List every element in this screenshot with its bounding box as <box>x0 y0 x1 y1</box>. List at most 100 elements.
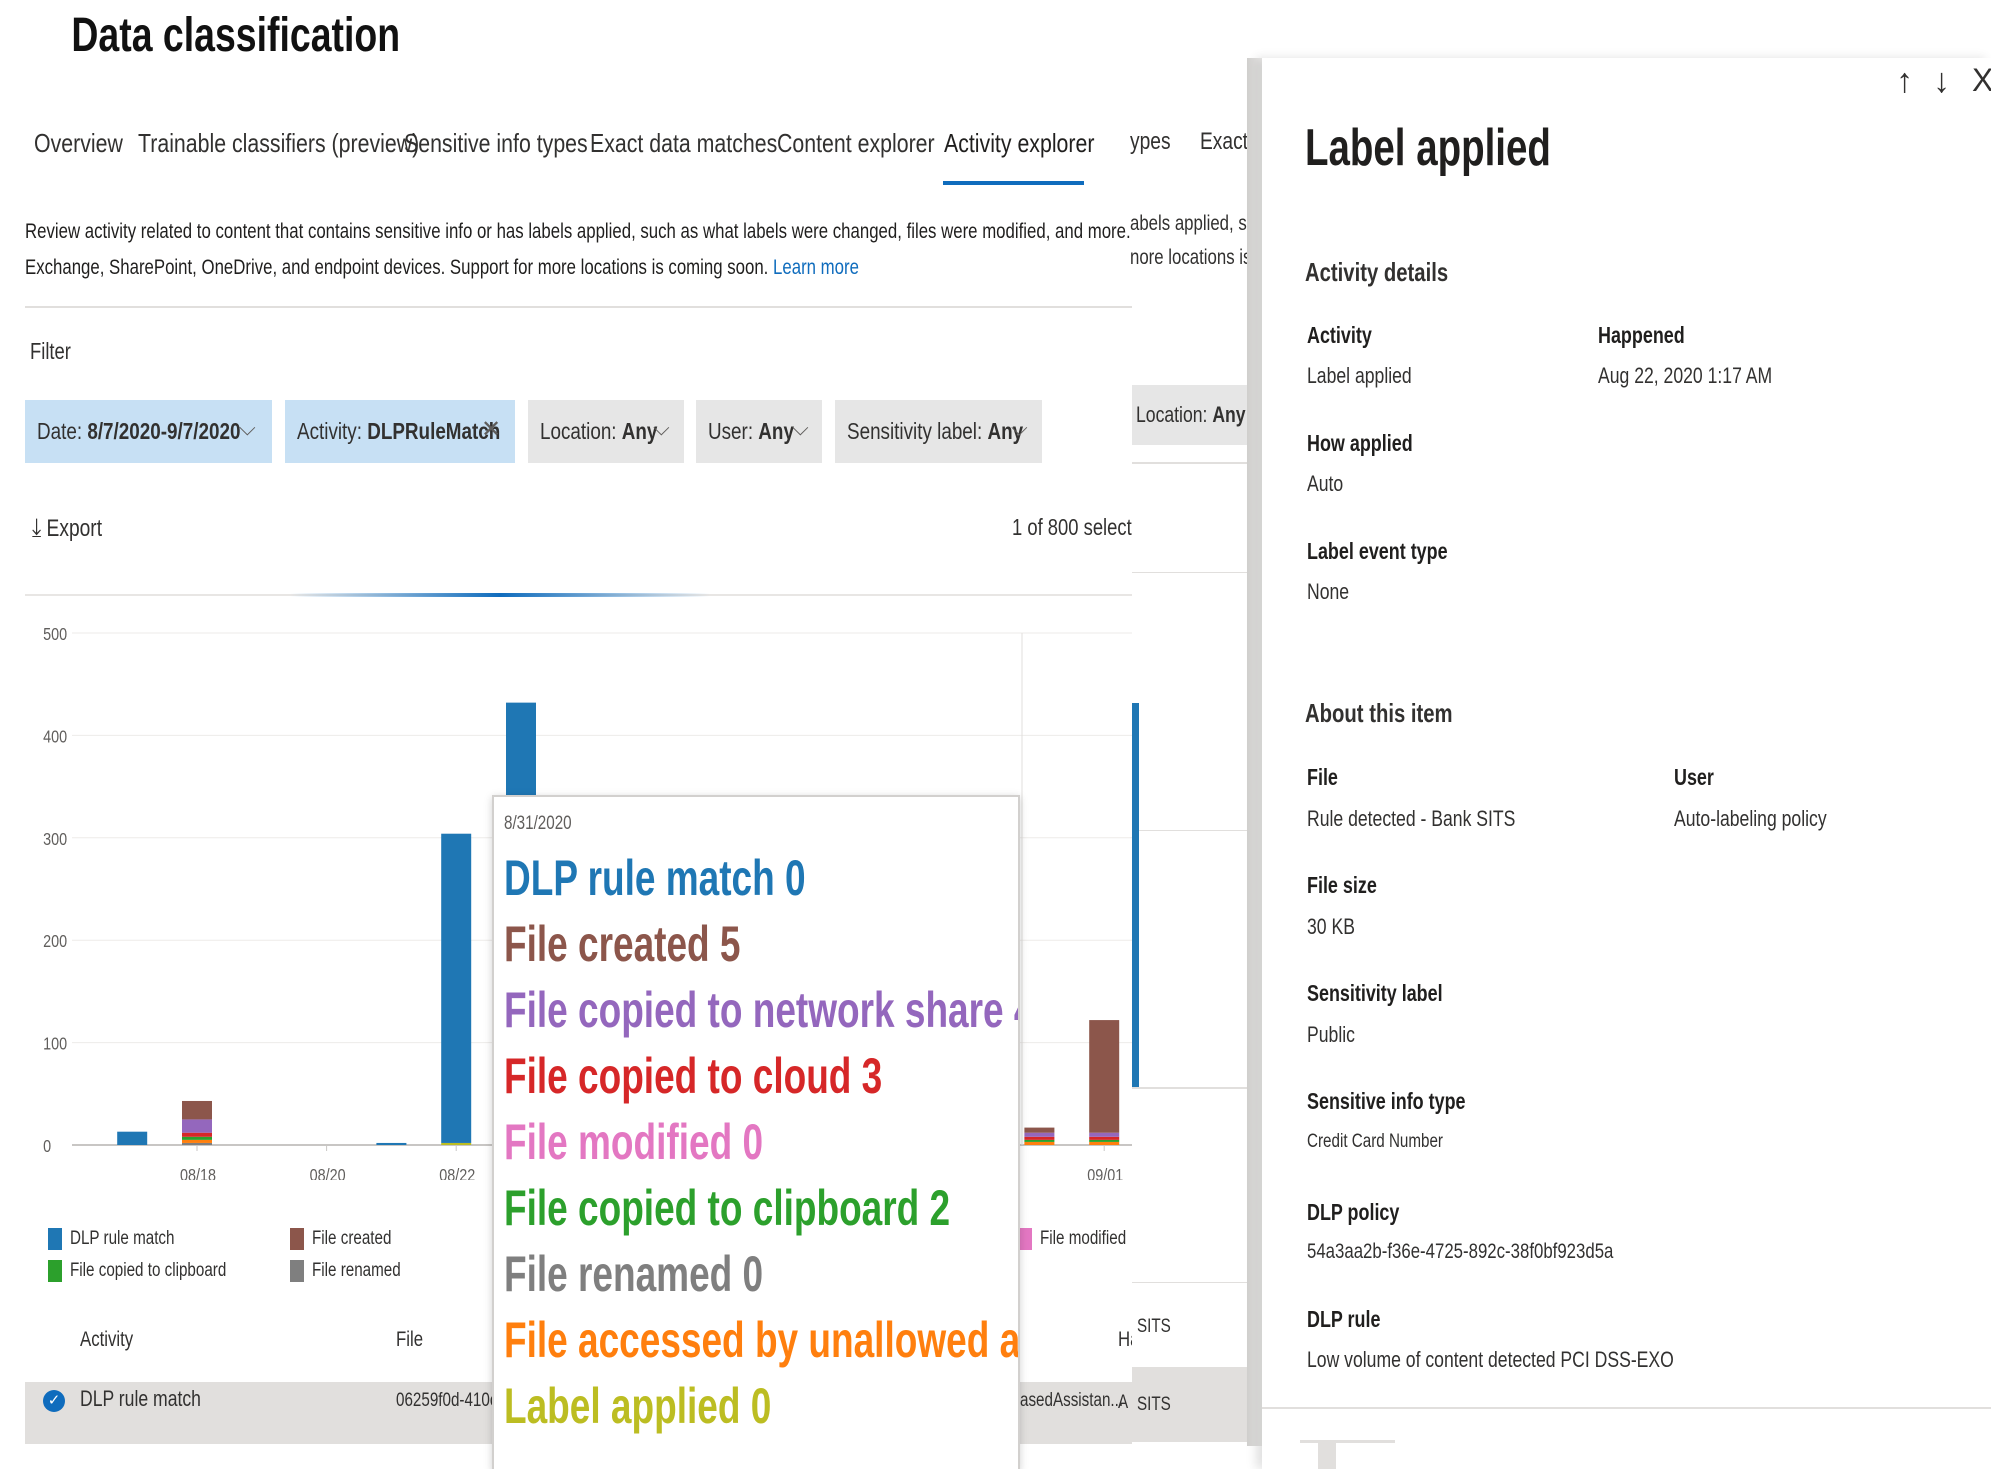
bar-segment <box>1089 1132 1120 1137</box>
description-line-1: Review activity related to content that … <box>25 220 1173 243</box>
user-filter-name: User: <box>708 418 754 444</box>
tooltip-dlp-rule-match: DLP rule match 0 <box>504 850 806 906</box>
legend-item-file-modified: File modified <box>1018 1228 1148 1250</box>
page-title: Data classification <box>71 9 401 62</box>
user-filter-chip[interactable]: User: Any ⌵ <box>696 400 822 463</box>
location-filter-name: Location: <box>540 418 617 444</box>
background-location-text: Location: Any ⌵ <box>1136 402 1264 427</box>
field-label-dlp-policy: DLP policy <box>1307 1199 1400 1225</box>
filter-label: Filter <box>30 338 71 364</box>
selected-count: 1 of 800 selectec <box>1012 514 1152 540</box>
bar-segment <box>182 1142 212 1145</box>
bar-segment <box>1089 1139 1120 1142</box>
bar-segment <box>441 1142 472 1145</box>
field-value-file-size: 30 KB <box>1307 914 1355 939</box>
export-label: Export <box>46 515 103 542</box>
tab-trainable-classifiers[interactable]: Trainable classifiers (preview) <box>138 128 419 159</box>
description-line-2: Exchange, SharePoint, OneDrive, and endp… <box>25 256 859 280</box>
column-header-file[interactable]: File <box>396 1328 423 1352</box>
field-label-activity: Activity <box>1307 322 1372 348</box>
arrow-down-icon[interactable]: ↓ <box>1933 62 1950 101</box>
tab-sensitive-info-types[interactable]: Sensitive info types <box>404 128 588 159</box>
tab-activity-explorer[interactable]: Activity explorer <box>944 128 1094 159</box>
tab-exact-data-matches[interactable]: Exact data matches <box>590 128 777 159</box>
panel-divider <box>1262 1407 1991 1409</box>
field-label-sensitive-info-type: Sensitive info type <box>1307 1088 1466 1114</box>
field-label-file-size: File size <box>1307 872 1377 898</box>
tooltip-label-applied: Label applied 0 <box>504 1378 772 1434</box>
bar-segment <box>1024 1132 1055 1137</box>
legend-label: File modified <box>1040 1228 1127 1249</box>
field-value-how-applied: Auto <box>1307 471 1344 496</box>
bar-segment <box>441 833 472 1143</box>
legend-item-file-copied-to-clipboard: File copied to clipboard <box>48 1260 265 1282</box>
tab-content-explorer[interactable]: Content explorer <box>777 128 935 159</box>
panel-shadow <box>1247 58 1263 1446</box>
bar-segment <box>1024 1127 1055 1133</box>
y-tick-label: 300 <box>43 829 67 849</box>
background-tab-fragment: ypes <box>1130 128 1171 155</box>
description-text: Exchange, SharePoint, OneDrive, and endp… <box>25 256 769 279</box>
field-label-happened: Happened <box>1598 322 1685 348</box>
legend-swatch <box>290 1260 304 1282</box>
close-icon[interactable]: X <box>1972 62 1991 99</box>
divider <box>1132 830 1262 831</box>
field-label-dlp-rule: DLP rule <box>1307 1306 1381 1332</box>
field-label-label-event-type: Label event type <box>1307 538 1448 564</box>
x-tick-label: 08/18 <box>180 1166 216 1180</box>
field-label-how-applied: How applied <box>1307 430 1413 456</box>
legend-label: File created <box>312 1228 392 1249</box>
column-header-activity[interactable]: Activity <box>80 1328 133 1352</box>
chevron-down-icon: ⌵ <box>239 415 256 440</box>
panel-footer-divider <box>1300 1440 1395 1443</box>
bar-segment <box>376 1142 407 1145</box>
background-sits-label: SITS <box>1137 1316 1171 1337</box>
learn-more-link[interactable]: Learn more <box>773 256 859 279</box>
activity-filter-name: Activity: <box>297 418 362 444</box>
bar-segment <box>1024 1139 1055 1142</box>
divider <box>1132 1282 1262 1283</box>
bar-segment <box>1089 1136 1120 1140</box>
row-activity: DLP rule match <box>80 1386 201 1411</box>
checkmark-icon[interactable]: ✓ <box>43 1390 65 1412</box>
field-value-activity: Label applied <box>1307 363 1412 388</box>
chevron-down-icon: ⌵ <box>792 415 809 440</box>
chart-tooltip: 8/31/2020 DLP rule match 0 File created … <box>492 795 1020 1469</box>
bar-segment <box>182 1119 212 1133</box>
tab-overview[interactable]: Overview <box>34 128 123 159</box>
arrow-up-icon[interactable]: ↑ <box>1896 62 1913 101</box>
tooltip-file-renamed: File renamed 0 <box>504 1246 764 1302</box>
chevron-down-icon: ⌵ <box>653 415 670 440</box>
bar-segment <box>1089 1020 1120 1133</box>
user-filter-value: Any <box>758 418 794 444</box>
y-tick-label: 200 <box>43 932 67 952</box>
panel-title: Label applied <box>1305 119 1551 177</box>
field-value-label-event-type: None <box>1307 579 1350 604</box>
field-label-sensitivity-label: Sensitivity label <box>1307 980 1443 1006</box>
panel-footer-block <box>1318 1440 1336 1469</box>
field-value-sensitivity-label: Public <box>1307 1022 1355 1047</box>
export-button[interactable]: ⤓ Export <box>32 512 102 544</box>
close-icon[interactable]: ✕ <box>481 415 501 444</box>
y-tick-label: 500 <box>43 625 67 645</box>
sensitivity-label-filter-chip[interactable]: Sensitivity label: Any ⌵ <box>835 400 1042 463</box>
active-tab-indicator <box>943 181 1084 185</box>
bar-segment <box>182 1139 212 1143</box>
background-sits-label: SITS <box>1137 1394 1171 1415</box>
tooltip-file-created: File created 5 <box>504 916 741 972</box>
chevron-down-icon: ⌵ <box>1011 415 1028 440</box>
location-filter-chip[interactable]: Location: Any ⌵ <box>528 400 684 463</box>
activity-filter-chip[interactable]: Activity: DLPRuleMatch ✕ <box>285 400 515 463</box>
x-tick-label: 08/20 <box>310 1166 346 1180</box>
x-tick-label: 09/01 <box>1087 1166 1123 1180</box>
row-file: 06259f0d-410c- <box>396 1390 503 1411</box>
legend-label: DLP rule match <box>70 1228 175 1249</box>
date-filter-chip[interactable]: Date: 8/7/2020-9/7/2020 ⌵ <box>25 400 272 463</box>
row-extra: asedAssistan... <box>1020 1390 1124 1411</box>
legend-swatch <box>1018 1228 1032 1250</box>
background-bar <box>1132 703 1139 1087</box>
tooltip-file-copied-to-network-share: File copied to network share 4 <box>504 982 1020 1038</box>
download-icon: ⤓ <box>32 512 42 542</box>
legend-swatch <box>290 1228 304 1250</box>
divider <box>25 306 1132 308</box>
